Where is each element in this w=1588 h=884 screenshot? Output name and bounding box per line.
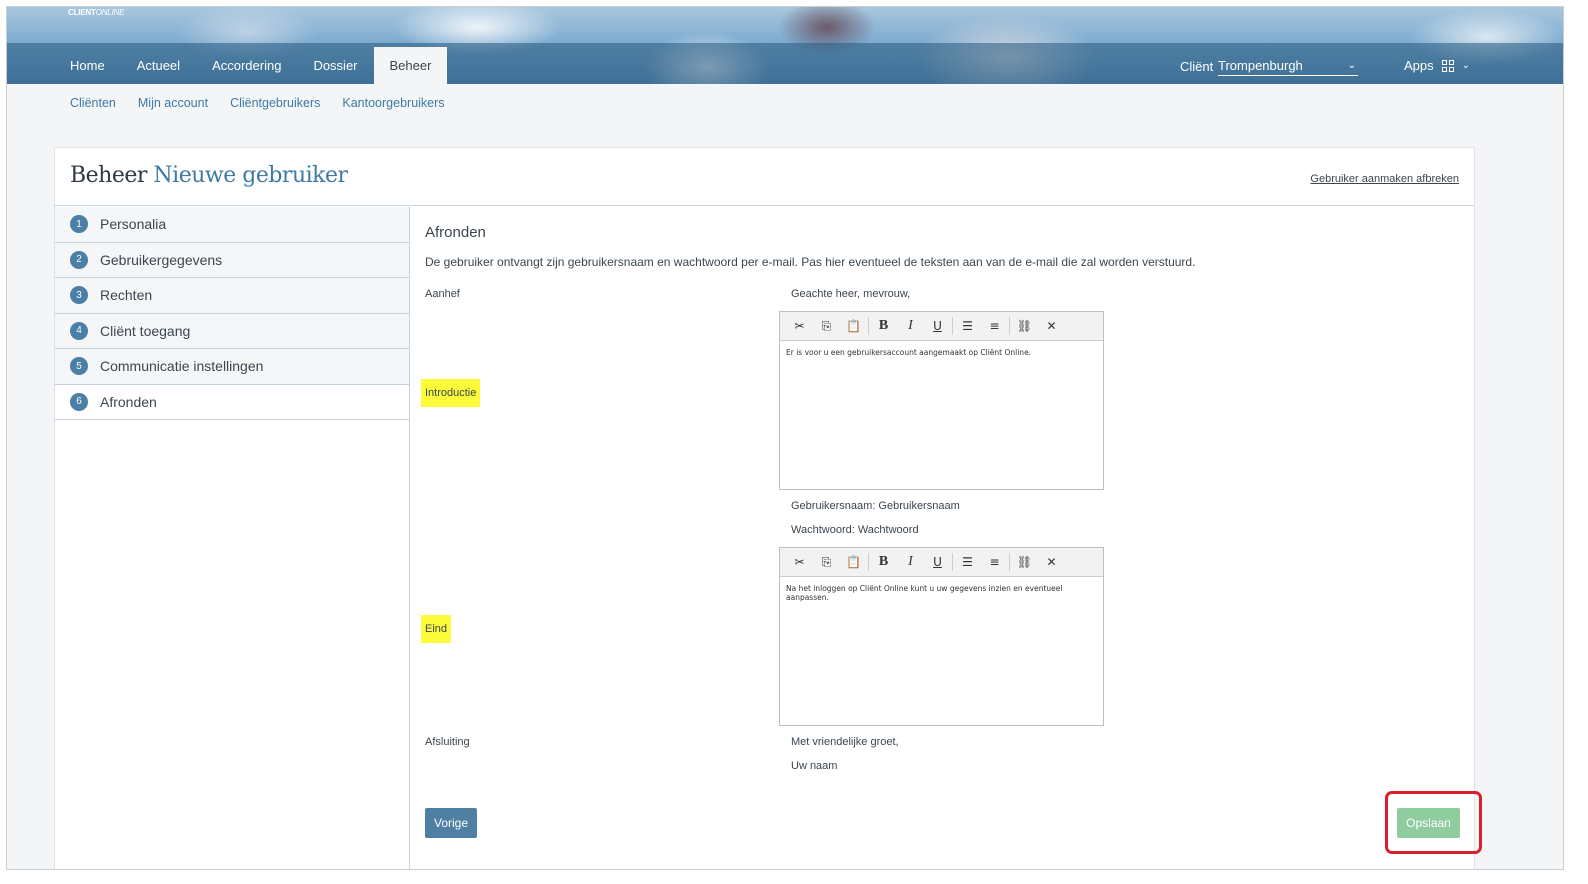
bold-icon[interactable]: B (870, 316, 897, 336)
nav-beheer[interactable]: Beheer (373, 47, 448, 84)
app-window: CLIENTONLINE Home Actueel Accordering Do… (6, 6, 1564, 870)
toolbar-separator (868, 317, 869, 335)
panel-header: Beheer Nieuwe gebruiker Gebruiker aanmak… (55, 148, 1474, 206)
grid-icon (1441, 60, 1454, 72)
underline-icon[interactable]: U (924, 316, 951, 336)
logo-bold: CLIENT (68, 8, 96, 17)
password-line: Wachtwoord: Wachtwoord (791, 524, 919, 536)
introductie-label-text: Introductie (421, 379, 481, 407)
step-gebruikergegevens[interactable]: 2 Gebruikergegevens (55, 242, 409, 278)
afsluiting-label: Afsluiting (425, 736, 470, 748)
step-label: Personalia (100, 216, 167, 233)
step-client-toegang[interactable]: 4 Cliënt toegang (55, 313, 409, 349)
app-logo: CLIENTONLINE (68, 8, 124, 17)
intro-text: De gebruiker ontvangt zijn gebruikersnaa… (425, 255, 1196, 269)
section-title: Afronden (425, 224, 486, 241)
toolbar-separator (952, 553, 953, 571)
nav-actueel[interactable]: Actueel (121, 47, 196, 84)
cut-icon[interactable]: ✂ (786, 316, 813, 336)
eind-label: Eind (421, 615, 452, 643)
step-number-badge: 4 (70, 321, 88, 340)
abort-create-user-link[interactable]: Gebruiker aanmaken afbreken (1310, 173, 1459, 185)
afsluiting-line-2: Uw naam (791, 760, 838, 772)
copy-icon[interactable]: ⎘ (813, 316, 840, 336)
numbered-list-icon[interactable]: ≡ (981, 316, 1008, 336)
nav-accordering[interactable]: Accordering (196, 47, 297, 84)
cut-icon[interactable]: ✂ (786, 552, 813, 572)
numbered-list-icon[interactable]: ≡ (981, 552, 1008, 572)
step-label: Gebruikergegevens (100, 251, 223, 268)
nav-dossier[interactable]: Dossier (297, 47, 373, 84)
step-afronden[interactable]: 6 Afronden (55, 384, 409, 420)
link-icon[interactable]: ⛓ (1011, 316, 1038, 336)
subnav-clienten[interactable]: Cliënten (70, 96, 116, 110)
chevron-down-icon: ⌄ (1347, 60, 1356, 71)
page-title-accent: Nieuwe gebruiker (153, 163, 348, 188)
bullet-list-icon[interactable]: ☰ (954, 552, 981, 572)
previous-button[interactable]: Vorige (425, 808, 477, 838)
step-label: Communicatie instellingen (100, 358, 264, 375)
aanhef-value: Geachte heer, mevrouw, (791, 288, 911, 300)
save-button-annotation: Opslaan (1385, 791, 1482, 854)
toolbar-separator (1009, 317, 1010, 335)
main-nav: Home Actueel Accordering Dossier Beheer (54, 47, 448, 84)
subnav-kantoorgebruikers[interactable]: Kantoorgebruikers (342, 96, 444, 110)
paste-icon[interactable]: 📋 (840, 316, 867, 336)
logo-light: ONLINE (95, 8, 125, 17)
subnav-mijn-account[interactable]: Mijn account (138, 96, 208, 110)
nav-home[interactable]: Home (54, 47, 121, 84)
toolbar-separator (952, 317, 953, 335)
eind-label-text: Eind (421, 615, 452, 643)
main-panel: Beheer Nieuwe gebruiker Gebruiker aanmak… (54, 147, 1482, 869)
wizard-steps: 1 Personalia 2 Gebruikergegevens 3 Recht… (55, 207, 410, 869)
apps-menu[interactable]: Apps ⌄ (1404, 56, 1470, 76)
step-label: Cliënt toegang (100, 322, 191, 339)
introductie-editor-text[interactable]: Er is voor u een gebruikersaccount aange… (780, 341, 1103, 364)
client-label: Cliënt (1180, 59, 1214, 74)
bold-icon[interactable]: B (870, 552, 897, 572)
step-number-badge: 2 (70, 250, 88, 269)
italic-icon[interactable]: I (897, 552, 924, 572)
step-label: Afronden (100, 393, 157, 410)
client-select[interactable]: Trompenburgh ⌄ (1218, 56, 1358, 76)
step-rechten[interactable]: 3 Rechten (55, 278, 409, 314)
link-icon[interactable]: ⛓ (1011, 552, 1038, 572)
page-title-prefix: Beheer (70, 163, 147, 188)
username-line: Gebruikersnaam: Gebruikersnaam (791, 500, 960, 512)
chevron-down-icon: ⌄ (1461, 60, 1471, 71)
introductie-label: Introductie (421, 379, 481, 407)
step-number-badge: 5 (70, 357, 88, 376)
editor-toolbar: ✂ ⎘ 📋 B I U ☰ ≡ ⛓ ✕ (780, 312, 1103, 341)
step-number-badge: 3 (70, 286, 88, 305)
unlink-icon[interactable]: ✕ (1038, 552, 1065, 572)
paste-icon[interactable]: 📋 (840, 552, 867, 572)
page-title: Beheer Nieuwe gebruiker (70, 163, 348, 188)
step-number-badge: 1 (70, 215, 88, 234)
step-personalia[interactable]: 1 Personalia (55, 207, 409, 243)
toolbar-separator (868, 553, 869, 571)
italic-icon[interactable]: I (897, 316, 924, 336)
subnav-clientgebruikers[interactable]: Cliëntgebruikers (230, 96, 320, 110)
client-select-value: Trompenburgh (1218, 58, 1303, 73)
copy-icon[interactable]: ⎘ (813, 552, 840, 572)
introductie-editor[interactable]: ✂ ⎘ 📋 B I U ☰ ≡ ⛓ ✕ Er is voor u een geb… (779, 311, 1104, 490)
eind-editor-text[interactable]: Na het inloggen op Cliënt Online kunt u … (780, 577, 1103, 609)
sub-nav: Cliënten Mijn account Cliëntgebruikers K… (70, 96, 445, 110)
unlink-icon[interactable]: ✕ (1038, 316, 1065, 336)
editor-toolbar: ✂ ⎘ 📋 B I U ☰ ≡ ⛓ ✕ (780, 548, 1103, 577)
bullet-list-icon[interactable]: ☰ (954, 316, 981, 336)
step-number-badge: 6 (70, 392, 88, 411)
step-communicatie-instellingen[interactable]: 5 Communicatie instellingen (55, 349, 409, 385)
afsluiting-line-1: Met vriendelijke groet, (791, 736, 899, 748)
save-button[interactable]: Opslaan (1397, 808, 1460, 838)
underline-icon[interactable]: U (924, 552, 951, 572)
aanhef-label: Aanhef (425, 288, 460, 300)
apps-label: Apps (1404, 58, 1434, 73)
step-label: Rechten (100, 287, 153, 304)
eind-editor[interactable]: ✂ ⎘ 📋 B I U ☰ ≡ ⛓ ✕ Na het inloggen op C… (779, 547, 1104, 726)
toolbar-separator (1009, 553, 1010, 571)
header-banner: CLIENTONLINE Home Actueel Accordering Do… (7, 7, 1563, 84)
